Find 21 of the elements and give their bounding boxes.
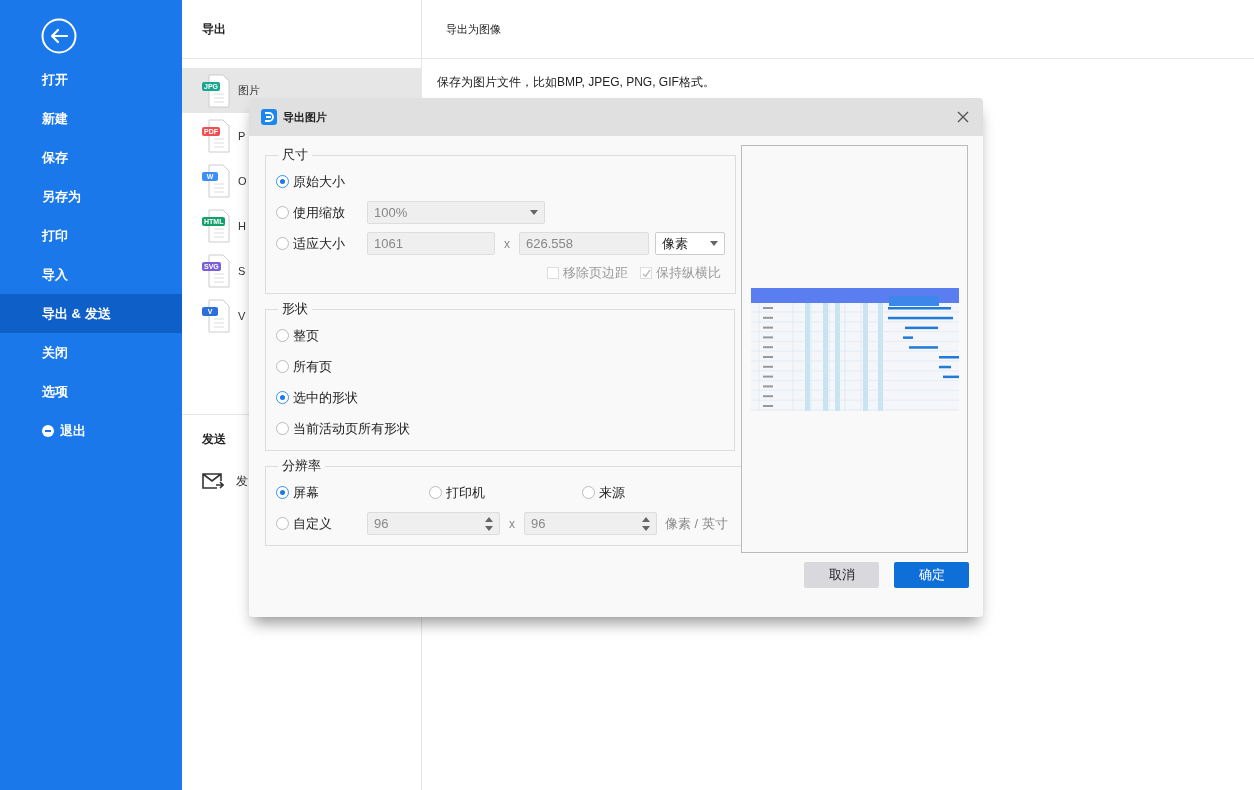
radio-label: 来源 [599,483,625,502]
group-title: 分辨率 [281,457,322,475]
radio-label: 当前活动页所有形状 [293,419,410,438]
radio-label: 原始大小 [293,172,345,191]
radio-label: 自定义 [293,514,332,533]
radio-label: 所有页 [293,357,332,376]
radio-label: 选中的形状 [293,388,358,407]
group-title: 形状 [281,300,309,318]
description-text: 保存为图片文件，比如BMP, JPEG, PNG, GIF格式。 [436,74,716,91]
group-title: 尺寸 [281,146,309,164]
radio-label: 整页 [293,326,319,345]
radio-label: 打印机 [446,483,485,502]
panel-title: 导出为图像 [446,21,501,37]
times-sign: x [508,516,516,531]
times-sign: x [503,236,511,251]
radio-label: 屏幕 [293,483,319,502]
radio-label: 使用缩放 [293,203,345,222]
radio-label: 适应大小 [293,234,345,253]
panel-title: 导出 [202,20,226,38]
unit-label: 像素 / 英寸 [665,514,728,533]
section-title: 发送 [202,432,226,446]
